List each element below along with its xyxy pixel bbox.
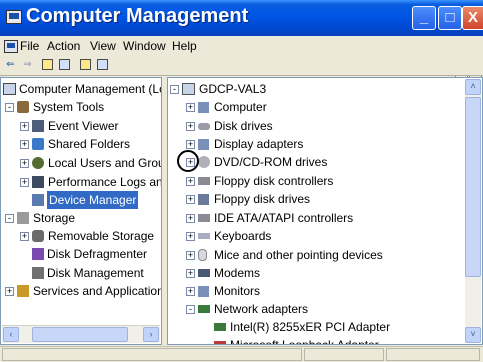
horizontal-scroll-thumb[interactable] bbox=[32, 327, 128, 342]
floppy-controller-icon bbox=[198, 177, 210, 185]
expand-icon[interactable]: + bbox=[5, 287, 14, 296]
menu-file[interactable]: File bbox=[20, 39, 39, 53]
properties-icon[interactable] bbox=[80, 59, 91, 70]
expand-icon[interactable]: + bbox=[20, 140, 29, 149]
computer-management-window: Computer Management _ □ X File Action Vi… bbox=[0, 0, 483, 362]
display-adapter-icon bbox=[198, 139, 209, 150]
title-bar[interactable]: Computer Management _ □ X bbox=[0, 0, 483, 36]
expand-icon[interactable]: + bbox=[186, 214, 195, 223]
network-adapter-icon bbox=[198, 305, 210, 313]
maximize-button[interactable]: □ bbox=[438, 6, 462, 30]
content-area: Computer Management (Local) - System Too… bbox=[0, 77, 483, 345]
scroll-down-button[interactable]: ˅ bbox=[465, 327, 481, 343]
expand-icon[interactable]: + bbox=[20, 122, 29, 131]
mouse-icon bbox=[198, 249, 207, 261]
collapse-icon[interactable]: - bbox=[186, 305, 195, 314]
modem-icon bbox=[198, 269, 210, 277]
up-folder-icon[interactable] bbox=[42, 59, 53, 70]
collapse-icon[interactable]: - bbox=[5, 214, 14, 223]
ide-controller-icon bbox=[198, 214, 210, 222]
scroll-left-button[interactable]: ‹ bbox=[3, 327, 19, 342]
shared-folders-icon bbox=[32, 138, 44, 150]
expand-icon[interactable]: + bbox=[186, 177, 195, 186]
expand-icon[interactable]: + bbox=[186, 269, 195, 278]
menu-view[interactable]: View bbox=[90, 39, 116, 53]
removable-storage-icon bbox=[32, 230, 44, 242]
help-icon[interactable] bbox=[97, 59, 108, 70]
status-bar bbox=[0, 346, 483, 362]
tools-icon bbox=[17, 101, 29, 113]
expand-icon[interactable]: + bbox=[186, 232, 195, 241]
expand-icon[interactable]: + bbox=[186, 287, 195, 296]
expand-icon[interactable]: + bbox=[20, 178, 29, 187]
users-icon bbox=[32, 157, 44, 169]
computer-icon bbox=[198, 102, 209, 113]
computer-management-icon bbox=[3, 83, 16, 95]
menu-window[interactable]: Window bbox=[123, 39, 166, 53]
status-segment-main bbox=[2, 348, 302, 361]
vertical-scroll-thumb[interactable] bbox=[465, 97, 481, 277]
window-title: Computer Management bbox=[26, 5, 249, 27]
expand-icon[interactable]: + bbox=[186, 103, 195, 112]
document-icon[interactable] bbox=[4, 40, 18, 53]
annotation-circle bbox=[177, 150, 199, 172]
expand-icon[interactable]: + bbox=[186, 140, 195, 149]
collapse-icon[interactable]: - bbox=[170, 85, 179, 94]
console-tree-pane[interactable]: Computer Management (Local) - System Too… bbox=[0, 77, 162, 345]
computer-icon bbox=[182, 83, 195, 95]
disk-management-icon bbox=[32, 267, 44, 279]
back-arrow-icon[interactable]: ⇐ bbox=[3, 58, 18, 72]
scroll-up-button[interactable]: ˄ bbox=[465, 79, 481, 95]
defrag-icon bbox=[32, 248, 44, 260]
device-manager-icon bbox=[32, 194, 44, 206]
menu-help[interactable]: Help bbox=[172, 39, 197, 53]
close-button[interactable]: X bbox=[462, 6, 483, 30]
menu-bar: File Action View Window Help _ ▫ bbox=[0, 36, 483, 89]
keyboard-icon bbox=[198, 233, 210, 239]
monitor-icon bbox=[198, 286, 209, 297]
expand-icon[interactable]: + bbox=[186, 251, 195, 260]
show-hide-tree-icon[interactable] bbox=[59, 59, 70, 70]
scroll-right-button[interactable]: › bbox=[143, 327, 159, 342]
expand-icon[interactable]: + bbox=[186, 122, 195, 131]
dvd-icon bbox=[198, 156, 210, 168]
computer-management-icon bbox=[6, 10, 22, 24]
status-segment-secondary bbox=[304, 348, 384, 361]
collapse-icon[interactable]: - bbox=[5, 103, 14, 112]
device-tree-pane[interactable]: - GDCP-VAL3 + Computer + Disk drives + D… bbox=[167, 77, 483, 345]
horizontal-scrollbar[interactable]: ‹ › bbox=[2, 325, 160, 343]
event-viewer-icon bbox=[32, 120, 44, 132]
floppy-drive-icon bbox=[198, 194, 209, 205]
expand-icon[interactable]: + bbox=[20, 159, 29, 168]
network-card-icon bbox=[214, 341, 226, 344]
minimize-button[interactable]: _ bbox=[412, 6, 436, 30]
expand-icon[interactable]: + bbox=[20, 232, 29, 241]
vertical-scrollbar[interactable]: ˄ ˅ bbox=[465, 79, 481, 343]
expand-icon[interactable]: + bbox=[186, 195, 195, 204]
services-icon bbox=[17, 285, 29, 297]
disk-drive-icon bbox=[198, 123, 210, 130]
forward-arrow-icon[interactable]: ⇒ bbox=[20, 58, 35, 72]
network-card-icon bbox=[214, 323, 226, 331]
performance-icon bbox=[32, 176, 44, 188]
toolbar: ⇐ ⇒ bbox=[0, 56, 483, 76]
storage-icon bbox=[17, 212, 29, 224]
status-segment-tertiary bbox=[386, 348, 480, 361]
menu-action[interactable]: Action bbox=[47, 39, 80, 53]
